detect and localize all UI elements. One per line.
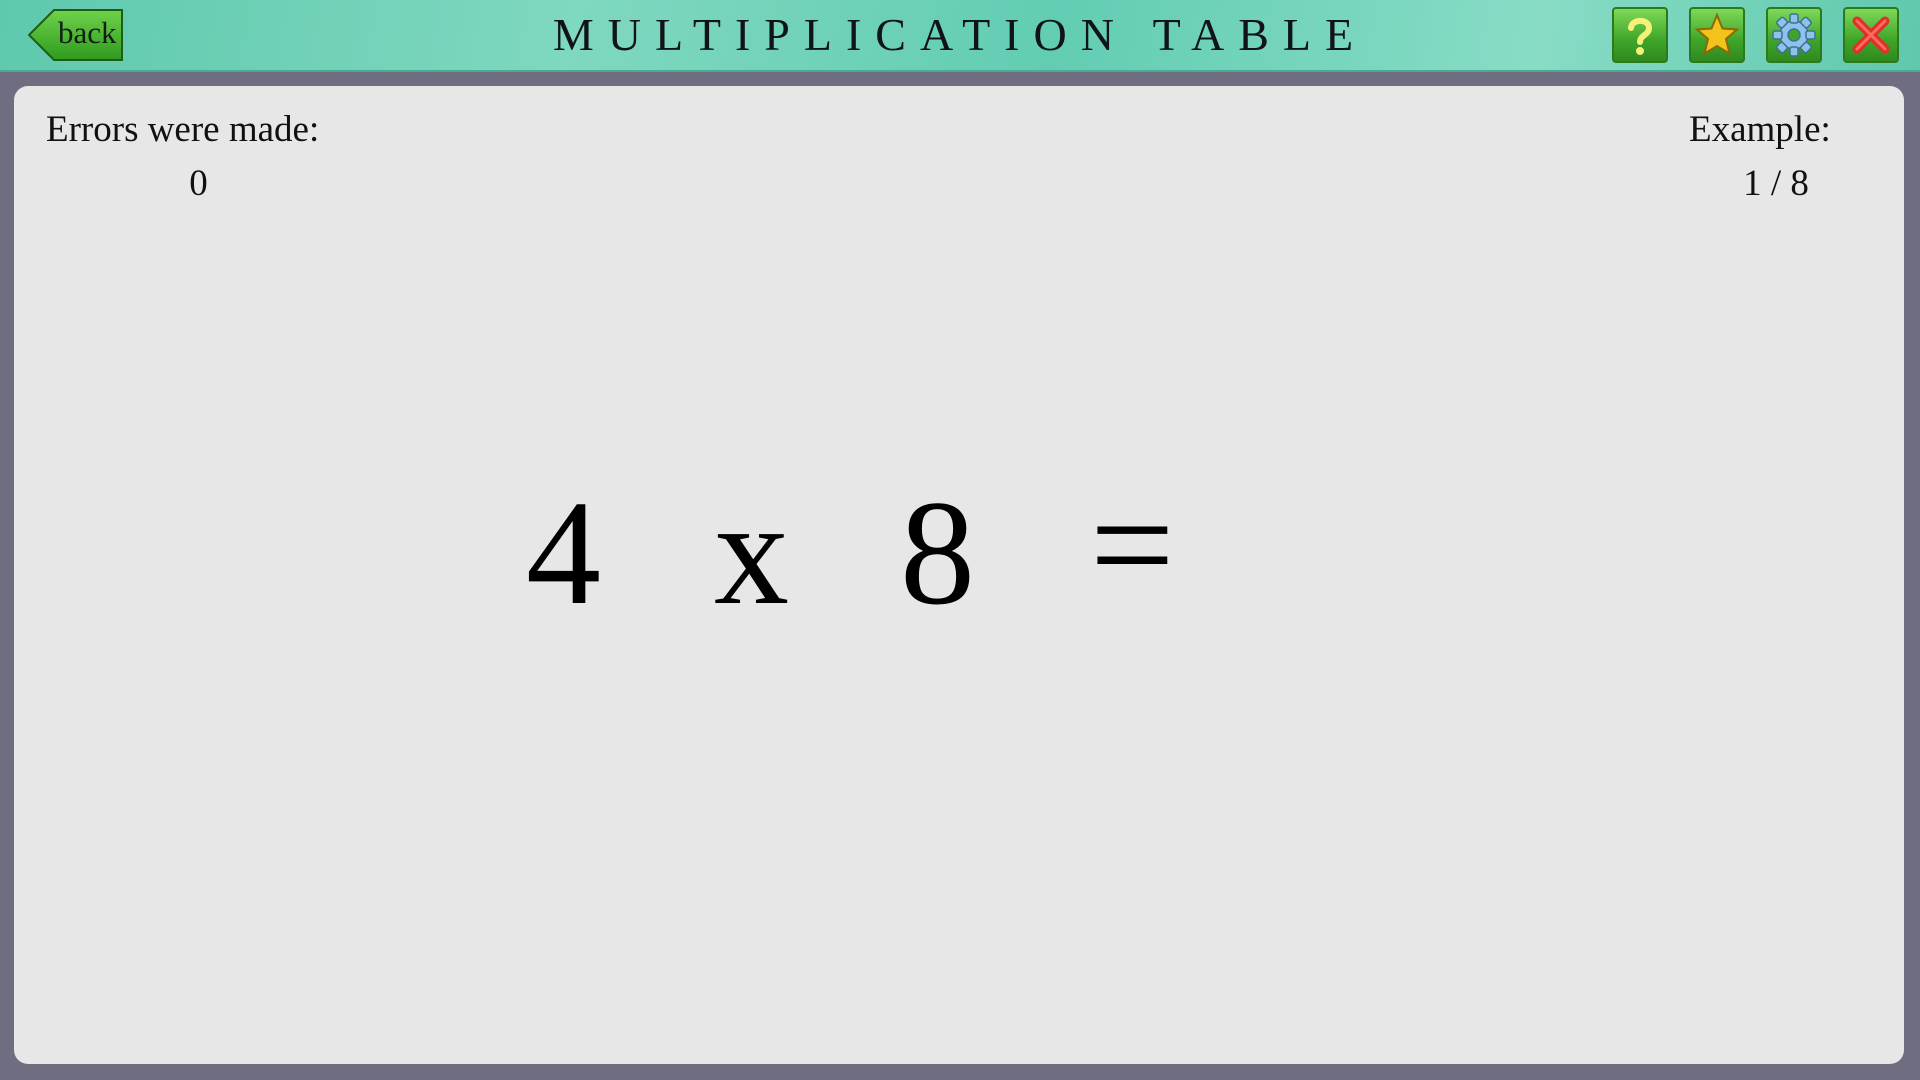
errors-label: Errors were made: (46, 109, 320, 150)
page-title: MULTIPLICATION TABLE (552, 9, 1368, 60)
close-icon (1852, 16, 1890, 54)
star-icon (1694, 12, 1740, 56)
back-label: back (58, 15, 117, 50)
close-button[interactable] (1843, 7, 1899, 63)
example-progress: 1 / 8 (1743, 163, 1809, 204)
favorites-button[interactable] (1689, 7, 1745, 63)
help-button[interactable] (1612, 7, 1668, 63)
back-button[interactable]: back (28, 8, 124, 62)
example-label: Example: (1689, 109, 1831, 150)
operand-a: 4 (526, 470, 601, 636)
operator-multiply: x (714, 470, 789, 636)
help-icon (1628, 17, 1653, 55)
equals-sign: = (1090, 462, 1175, 628)
operand-b: 8 (900, 470, 975, 636)
errors-count: 0 (189, 163, 208, 204)
exercise-panel: Errors were made: 0 Example: 1 / 8 4 x 8… (14, 86, 1904, 1064)
settings-button[interactable] (1766, 7, 1822, 63)
gear-icon (1772, 13, 1816, 57)
header-bar: back MULTIPLICATION TABLE (0, 0, 1920, 72)
